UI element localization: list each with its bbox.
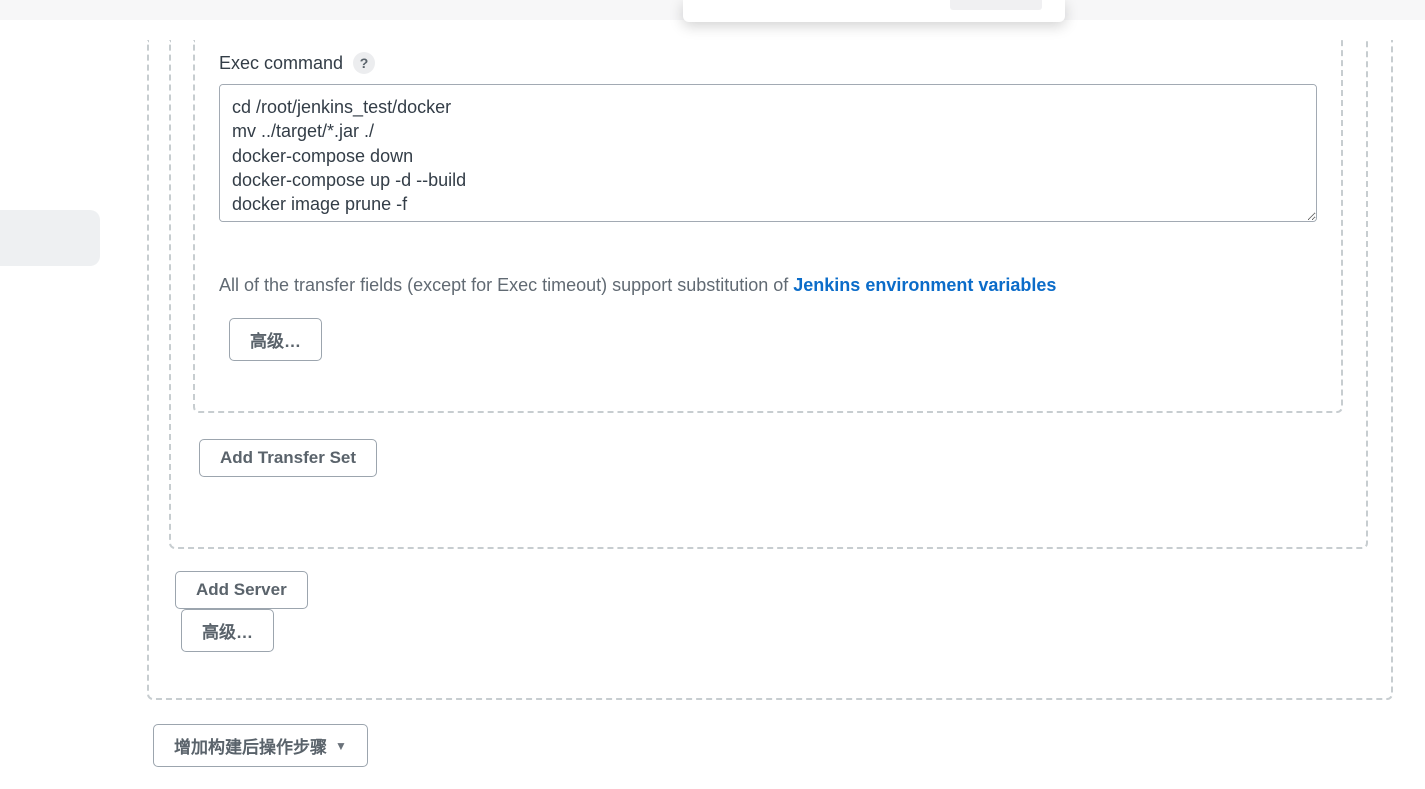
post-build-action-container: Exec command ? All of the transfer field… [147, 40, 1393, 700]
add-post-build-step-button[interactable]: 增加构建后操作步骤 ▼ [153, 724, 368, 767]
server-advanced-button[interactable]: 高级… [181, 609, 274, 652]
help-icon[interactable]: ? [353, 52, 375, 74]
ssh-server-container: Exec command ? All of the transfer field… [169, 40, 1368, 549]
add-transfer-set-button[interactable]: Add Transfer Set [199, 439, 377, 477]
transfer-set-container: Exec command ? All of the transfer field… [193, 40, 1343, 413]
exec-command-textarea[interactable] [219, 84, 1317, 222]
exec-command-label-row: Exec command ? [219, 40, 1317, 74]
add-server-button[interactable]: Add Server [175, 571, 308, 609]
transfer-hint: All of the transfer fields (except for E… [219, 275, 1317, 296]
add-post-build-step-label: 增加构建后操作步骤 [174, 733, 327, 758]
page-wrap: Exec command ? All of the transfer field… [0, 40, 1425, 767]
exec-command-label: Exec command [219, 53, 343, 74]
transfer-advanced-button[interactable]: 高级… [229, 318, 322, 361]
transfer-hint-text: All of the transfer fields (except for E… [219, 275, 793, 295]
top-popup [683, 0, 1065, 22]
jenkins-env-vars-link[interactable]: Jenkins environment variables [793, 275, 1056, 295]
chevron-down-icon: ▼ [335, 739, 347, 753]
top-popup-button[interactable] [950, 0, 1042, 10]
